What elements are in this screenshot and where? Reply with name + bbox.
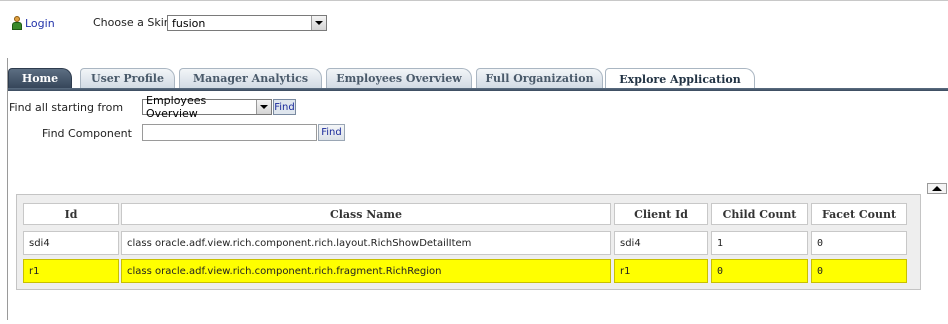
tab-underline [8,88,948,91]
col-header-facet-count[interactable]: Facet Count [811,203,907,225]
find-all-button[interactable]: Find [273,99,296,115]
find-all-label: Find all starting from [9,101,124,114]
find-component-label: Find Component [42,127,132,140]
find-start-value: Employees Overview [146,94,207,120]
table-row-child-count[interactable]: 1 [711,231,808,255]
login-link[interactable]: Login [11,15,55,31]
table-row-facet-count[interactable]: 0 [811,231,907,255]
tab-manager-analytics[interactable]: Manager Analytics [179,68,322,88]
user-icon [11,16,22,30]
find-component-button[interactable]: Find [318,124,345,141]
chevron-down-icon[interactable] [256,100,271,114]
find-component-input[interactable] [142,124,317,141]
skin-select[interactable]: fusion [167,15,327,31]
left-border [7,58,8,320]
table-row-facet-count[interactable]: 0 [811,259,907,283]
col-header-child-count[interactable]: Child Count [711,203,808,225]
component-table: Id Class Name Client Id Child Count Face… [16,194,921,290]
tab-home[interactable]: Home [8,68,72,88]
col-header-class-name[interactable]: Class Name [121,203,611,225]
col-header-client-id[interactable]: Client Id [614,203,708,225]
scroll-up-icon[interactable] [927,183,947,194]
table-row-id[interactable]: sdi4 [23,231,119,255]
tab-user-profile[interactable]: User Profile [80,68,175,88]
table-row-class-name[interactable]: class oracle.adf.view.rich.component.ric… [121,259,611,283]
table-row-client-id[interactable]: r1 [614,259,708,283]
chevron-down-icon[interactable] [311,16,326,30]
tab-full-organization[interactable]: Full Organization [476,68,603,88]
tab-bar: Home User Profile Manager Analytics Empl… [8,68,948,89]
table-row-id[interactable]: r1 [23,259,119,283]
top-divider [0,0,948,1]
find-start-select[interactable]: Employees Overview [142,94,272,120]
col-header-id[interactable]: Id [23,203,119,225]
login-label[interactable]: Login [25,17,55,30]
table-row-child-count[interactable]: 0 [711,259,808,283]
table-row-class-name[interactable]: class oracle.adf.view.rich.component.ric… [121,231,611,255]
tab-explore-application[interactable]: Explore Application [605,68,755,89]
table-row-client-id[interactable]: sdi4 [614,231,708,255]
tab-employees-overview[interactable]: Employees Overview [326,68,472,88]
skin-label: Choose a Skin [93,16,171,29]
skin-select-value: fusion [172,16,206,30]
